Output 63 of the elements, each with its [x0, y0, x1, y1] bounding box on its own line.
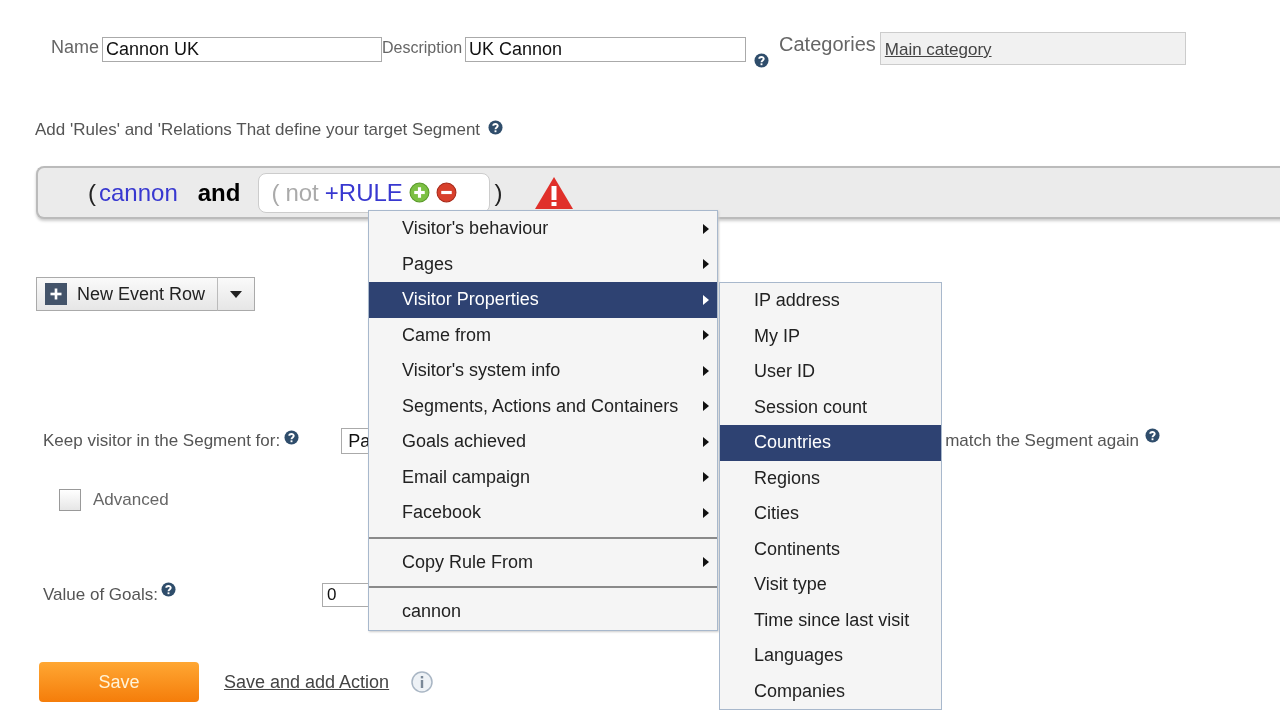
menu-item[interactable]: Countries [720, 425, 941, 461]
add-icon[interactable] [408, 182, 430, 203]
menu-item[interactable]: Languages [720, 638, 941, 674]
help-icon[interactable] [161, 582, 176, 597]
menu-item[interactable]: Goals achieved [369, 424, 717, 460]
name-field[interactable]: Cannon UK [102, 37, 382, 62]
help-icon[interactable] [754, 53, 770, 68]
submenu-arrow-icon [703, 557, 709, 568]
categories-label: Categories [779, 33, 876, 56]
plus-icon [45, 283, 67, 305]
menu-item[interactable]: Companies [720, 673, 941, 709]
new-event-row-button[interactable]: New Event Row [36, 277, 219, 311]
menu-item[interactable]: Visitor's system info [369, 353, 717, 389]
help-icon[interactable] [1144, 428, 1160, 443]
submenu-arrow-icon [703, 259, 709, 270]
menu-item[interactable]: Session count [720, 389, 941, 425]
name-label: Name [51, 37, 99, 58]
advanced-label: Advanced [93, 490, 169, 510]
menu-item[interactable]: Facebook [369, 495, 717, 531]
menu-item[interactable]: Segments, Actions and Containers [369, 388, 717, 424]
menu-item[interactable]: My IP [720, 318, 941, 354]
value-of-goals-label: Value of Goals: [43, 585, 158, 605]
submenu-arrow-icon [703, 294, 709, 305]
description-field[interactable]: UK Cannon [465, 37, 747, 62]
help-icon[interactable] [488, 120, 504, 135]
menu-item[interactable]: User ID [720, 354, 941, 390]
menu-item[interactable]: Continents [720, 531, 941, 567]
parenthesis: ( [271, 178, 280, 207]
submenu-arrow-icon [703, 507, 709, 518]
menu-item[interactable]: Came from [369, 317, 717, 353]
description-label: Description [382, 39, 463, 57]
keep-visitor-label: Keep visitor in the Segment for: [43, 431, 281, 451]
menu-item[interactable]: Copy Rule From [369, 544, 717, 580]
submenu-arrow-icon [703, 365, 709, 376]
dropdown-button[interactable] [218, 277, 256, 311]
help-icon[interactable] [284, 430, 300, 445]
submenu-arrow-icon [703, 436, 709, 447]
match-again-text: match the Segment again [945, 431, 1139, 451]
advanced-checkbox[interactable] [59, 489, 81, 511]
submenu-arrow-icon [703, 401, 709, 412]
menu-item[interactable]: Regions [720, 460, 941, 496]
menu-item[interactable]: Time since last visit [720, 602, 941, 638]
menu-item[interactable]: IP address [720, 283, 941, 319]
parenthesis: ) [494, 178, 503, 207]
add-rule-link[interactable]: +RULE [324, 178, 403, 207]
remove-icon[interactable] [435, 182, 457, 203]
save-and-add-action-link[interactable]: Save and add Action [224, 671, 390, 693]
menu-item[interactable]: Visitor Properties [369, 282, 717, 318]
submenu-arrow-icon [703, 472, 709, 483]
category-link[interactable]: Main category [884, 40, 992, 59]
menu-item[interactable]: Visit type [720, 567, 941, 603]
menu-item[interactable]: Pages [369, 246, 717, 282]
rule-term[interactable]: cannon [99, 178, 178, 207]
parenthesis: ( [88, 178, 96, 207]
submenu-arrow-icon [703, 330, 709, 341]
operator-label[interactable]: and [197, 178, 241, 207]
menu-item[interactable]: Cities [720, 496, 941, 532]
submenu-arrow-icon [703, 223, 709, 234]
menu-item[interactable]: Visitor's behaviour [369, 211, 717, 247]
info-icon[interactable] [411, 671, 434, 693]
rules-instruction: Add 'Rules' and 'Relations That define your target Segment [35, 120, 481, 140]
menu-item[interactable]: Email campaign [369, 459, 717, 495]
caret-icon [230, 290, 243, 298]
